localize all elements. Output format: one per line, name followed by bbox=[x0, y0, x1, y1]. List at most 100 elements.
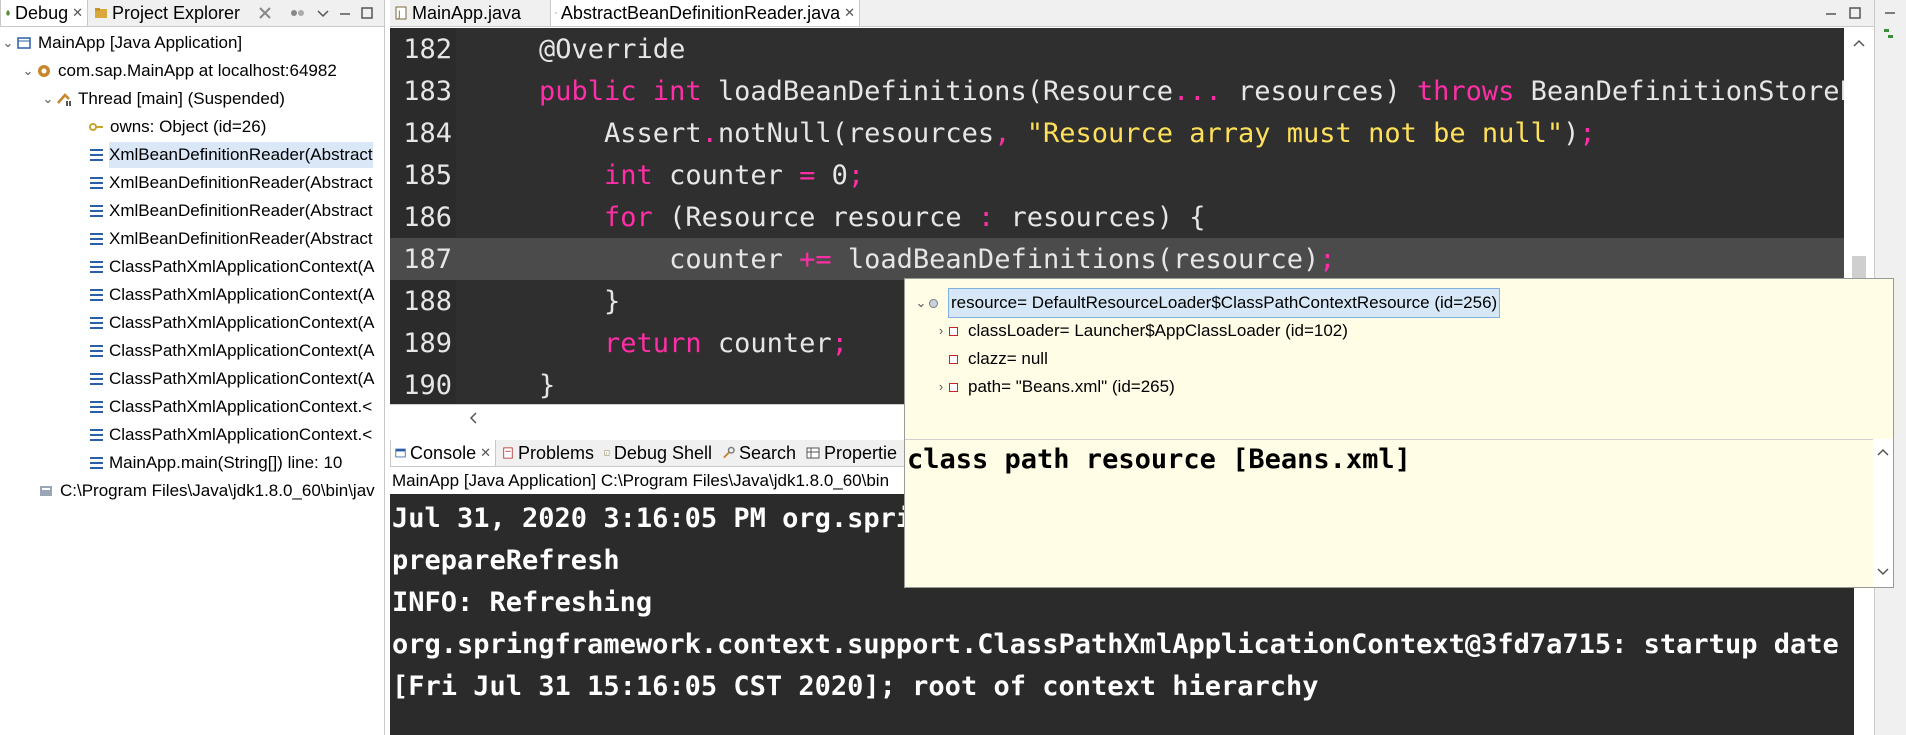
tree-item-monitor[interactable]: owns: Object (id=26) bbox=[88, 114, 266, 140]
stack-frame-label: ClassPathXmlApplicationContext.< bbox=[109, 397, 373, 416]
console-line: org.springframework.context.support.Clas… bbox=[392, 629, 1839, 660]
stack-frame-icon bbox=[90, 289, 103, 301]
tab-mainapp-java-label: MainApp.java bbox=[412, 2, 522, 23]
close-icon[interactable]: ✕ bbox=[844, 5, 855, 21]
maximize-icon[interactable] bbox=[1846, 4, 1864, 22]
tree-item-thread[interactable]: ⌄ Thread [main] (Suspended) bbox=[40, 86, 285, 112]
tree-item-jvm-process[interactable]: C:\Program Files\Java\jdk1.8.0_60\bin\ja… bbox=[38, 478, 375, 504]
variable-row-path[interactable]: › path= "Beans.xml" (id=265) bbox=[933, 373, 1175, 401]
code-text: return counter; bbox=[452, 328, 848, 359]
stack-frame-label: ClassPathXmlApplicationContext(A bbox=[109, 341, 375, 360]
tab-debug-shell[interactable]: J Debug Shell bbox=[600, 440, 716, 466]
remove-terminated-icon[interactable] bbox=[256, 4, 274, 22]
debug-view: Debug ✕ Project Explorer ⌄ MainApp [Java… bbox=[0, 0, 385, 735]
tab-problems[interactable]: Problems bbox=[498, 440, 598, 466]
tab-search[interactable]: Search bbox=[718, 440, 800, 466]
chevron-right-icon[interactable]: › bbox=[933, 373, 949, 401]
code-text: Assert.notNull(resources, "Resource arra… bbox=[452, 118, 1596, 149]
tree-item-process[interactable]: ⌄ com.sap.MainApp at localhost:64982 bbox=[20, 58, 337, 84]
popup-detail-text: class path resource [Beans.xml] bbox=[907, 444, 1411, 475]
code-text: counter += loadBeanDefinitions(resource)… bbox=[452, 244, 1336, 275]
chevron-right-icon[interactable]: › bbox=[933, 317, 949, 345]
stack-frame-label: ClassPathXmlApplicationContext(A bbox=[109, 313, 375, 332]
svg-text:J: J bbox=[397, 10, 401, 20]
tab-project-explorer[interactable]: Project Explorer bbox=[90, 0, 260, 26]
stack-frame[interactable]: XmlBeanDefinitionReader(Abstract bbox=[90, 170, 373, 196]
code-token: ; bbox=[847, 159, 865, 191]
chevron-down-icon[interactable]: ⌄ bbox=[40, 86, 56, 112]
stack-frame[interactable]: XmlBeanDefinitionReader(Abstract bbox=[90, 226, 373, 252]
code-token: 0 bbox=[831, 159, 848, 191]
view-menu-icon[interactable] bbox=[314, 4, 332, 22]
code-token: BeanDefinitionStoreEx bbox=[1530, 75, 1844, 107]
stack-frame[interactable]: ClassPathXmlApplicationContext.< bbox=[90, 394, 372, 420]
chevron-up-icon[interactable] bbox=[1852, 36, 1866, 50]
chevron-down-icon[interactable]: ⌄ bbox=[20, 58, 36, 84]
code-token: return bbox=[474, 327, 718, 359]
code-token: counter bbox=[474, 243, 800, 275]
stack-frame-icon bbox=[90, 457, 103, 469]
code-token: ; bbox=[831, 327, 848, 359]
code-token: public int bbox=[474, 75, 718, 107]
minimize-icon[interactable] bbox=[1822, 4, 1840, 22]
tab-console[interactable]: Console ✕ bbox=[390, 440, 496, 466]
close-icon[interactable]: ✕ bbox=[480, 445, 491, 461]
popup-detail-scrollbar[interactable] bbox=[1873, 439, 1893, 587]
chevron-left-icon[interactable] bbox=[466, 411, 480, 425]
minimize-icon[interactable] bbox=[1882, 4, 1898, 20]
stack-frame-label: ClassPathXmlApplicationContext(A bbox=[109, 285, 375, 304]
tab-properties[interactable]: Propertie bbox=[802, 440, 906, 466]
key-icon bbox=[89, 123, 103, 131]
stack-frame[interactable]: ClassPathXmlApplicationContext(A bbox=[90, 254, 375, 280]
code-line[interactable]: 184 Assert.notNull(resources, "Resource … bbox=[390, 112, 1844, 154]
outline-view-icon[interactable] bbox=[1882, 26, 1898, 42]
stack-frame[interactable]: ClassPathXmlApplicationContext(A bbox=[90, 366, 375, 392]
chevron-down-icon[interactable] bbox=[1876, 565, 1890, 579]
search-icon bbox=[723, 446, 735, 459]
code-text: for (Resource resource : resources) { bbox=[452, 202, 1206, 233]
private-field-icon bbox=[949, 354, 958, 364]
tab-problems-label: Problems bbox=[517, 442, 594, 463]
tab-debug[interactable]: Debug ✕ bbox=[0, 0, 88, 26]
stack-frame[interactable]: ClassPathXmlApplicationContext(A bbox=[90, 338, 375, 364]
code-token: += bbox=[799, 243, 848, 275]
code-token: . bbox=[701, 117, 718, 149]
variable-row-clazz[interactable]: clazz= null bbox=[949, 345, 1048, 373]
tab-abstractbeandefinitionreader-java[interactable]: J AbstractBeanDefinitionReader.java ✕ bbox=[550, 0, 860, 26]
code-line[interactable]: 185 int counter = 0; bbox=[390, 154, 1844, 196]
code-token: @Override bbox=[474, 33, 686, 65]
minimize-icon[interactable] bbox=[336, 4, 354, 22]
code-line[interactable]: 187 counter += loadBeanDefinitions(resou… bbox=[390, 238, 1844, 280]
code-line[interactable]: 183 public int loadBeanDefinitions(Resou… bbox=[390, 70, 1844, 112]
variable-row-classloader[interactable]: › classLoader= Launcher$AppClassLoader (… bbox=[933, 317, 1348, 345]
variable-row-resource[interactable]: ⌄ resource= DefaultResourceLoader$ClassP… bbox=[913, 288, 1501, 318]
tab-console-label: Console bbox=[410, 442, 477, 463]
stack-frame[interactable]: XmlBeanDefinitionReader(Abstract bbox=[90, 198, 373, 224]
code-token: int bbox=[474, 159, 670, 191]
stack-frame[interactable]: MainApp.main(String[]) line: 10 bbox=[90, 450, 342, 476]
stack-frame[interactable]: ClassPathXmlApplicationContext(A bbox=[90, 282, 375, 308]
code-line[interactable]: 186 for (Resource resource : resources) … bbox=[390, 196, 1844, 238]
code-token: : bbox=[977, 201, 1011, 233]
debug-bug-icon bbox=[6, 10, 10, 16]
popup-detail-pane[interactable]: class path resource [Beans.xml] bbox=[905, 439, 1873, 587]
stack-frame-icon bbox=[90, 177, 103, 189]
chevron-down-icon[interactable]: ⌄ bbox=[0, 30, 16, 56]
close-icon[interactable]: ✕ bbox=[72, 5, 83, 21]
chevron-down-icon[interactable]: ⌄ bbox=[913, 289, 929, 317]
stack-frame[interactable]: ClassPathXmlApplicationContext(A bbox=[90, 310, 375, 336]
variable-inspect-popup[interactable]: ⌄ resource= DefaultResourceLoader$ClassP… bbox=[904, 278, 1894, 588]
console-icon bbox=[395, 448, 406, 458]
maximize-icon[interactable] bbox=[358, 4, 376, 22]
chevron-up-icon[interactable] bbox=[1876, 445, 1890, 459]
connect-icon[interactable] bbox=[288, 4, 306, 22]
stack-frame[interactable]: XmlBeanDefinitionReader(Abstract bbox=[90, 142, 373, 168]
stack-frame[interactable]: ClassPathXmlApplicationContext.< bbox=[90, 422, 372, 448]
console-line: prepareRefresh bbox=[392, 545, 620, 576]
tree-item-mainapp[interactable]: ⌄ MainApp [Java Application] bbox=[0, 30, 243, 56]
editor-tabbar: J MainApp.java J AbstractBeanDefinitionR… bbox=[390, 0, 1906, 27]
debug-view-tabbar: Debug ✕ Project Explorer bbox=[0, 0, 384, 27]
code-line[interactable]: 182 @Override bbox=[390, 28, 1844, 70]
debug-shell-icon: J bbox=[604, 450, 610, 456]
tab-mainapp-java[interactable]: J MainApp.java bbox=[390, 0, 548, 26]
